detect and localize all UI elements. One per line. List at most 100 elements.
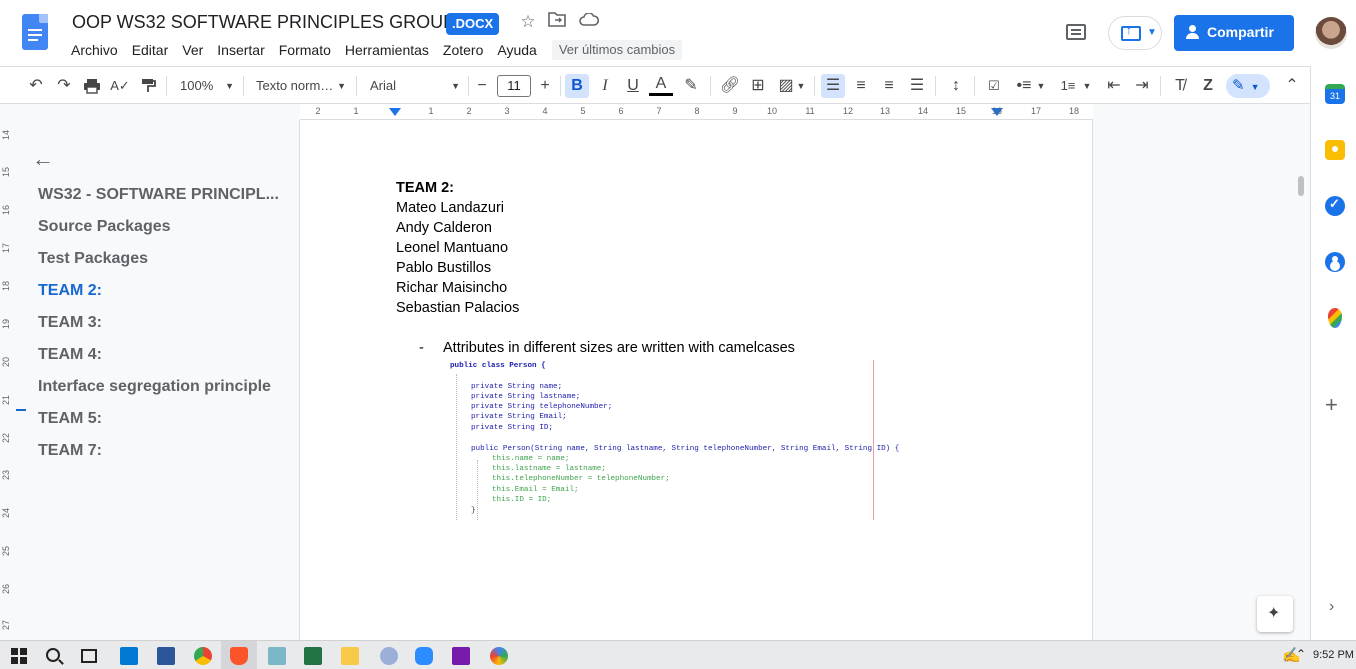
align-left-icon[interactable]: ☰ bbox=[821, 74, 845, 98]
outline-item[interactable]: Interface segregation principle bbox=[38, 378, 271, 396]
brave-icon[interactable] bbox=[230, 647, 248, 665]
indent-guide bbox=[456, 374, 457, 520]
explore-assist-button[interactable] bbox=[1257, 596, 1293, 632]
notes-app-icon[interactable] bbox=[268, 647, 286, 665]
avatar[interactable] bbox=[1315, 17, 1347, 49]
clock[interactable]: 9:52 PM bbox=[1313, 649, 1354, 661]
outline-item[interactable]: Test Packages bbox=[38, 250, 148, 268]
decrease-font-size-icon[interactable]: − bbox=[471, 74, 493, 98]
document-page[interactable]: TEAM 2: Mateo Landazuri Andy Calderon Le… bbox=[299, 120, 1093, 640]
document-title[interactable]: OOP WS32 SOFTWARE PRINCIPLES GROUPS bbox=[72, 12, 467, 33]
zotero-icon[interactable]: Z bbox=[1196, 74, 1220, 98]
chevron-down-icon[interactable]: ▼ bbox=[1036, 74, 1046, 98]
outline-item-active[interactable]: TEAM 2: bbox=[38, 282, 102, 300]
increase-font-size-icon[interactable]: + bbox=[534, 74, 556, 98]
align-right-icon[interactable]: ≡ bbox=[877, 74, 901, 98]
app-icon[interactable] bbox=[490, 647, 508, 665]
font-family-select[interactable]: Arial ▼ bbox=[370, 74, 460, 98]
code-line: this.name = name; bbox=[492, 455, 570, 463]
zoom-select[interactable]: 100% ▼ bbox=[180, 74, 234, 98]
app-icon[interactable] bbox=[380, 647, 398, 665]
search-icon[interactable] bbox=[46, 648, 60, 662]
windows-start-icon[interactable] bbox=[10, 647, 28, 665]
outline-item[interactable]: TEAM 4: bbox=[38, 346, 102, 364]
contacts-icon[interactable] bbox=[1325, 252, 1345, 272]
document-outline: ← WS32 - SOFTWARE PRINCIPL... Source Pac… bbox=[16, 120, 298, 640]
tasks-icon[interactable] bbox=[1325, 196, 1345, 216]
outline-item[interactable]: WS32 - SOFTWARE PRINCIPL... bbox=[38, 186, 279, 204]
ruler-tick: 17 bbox=[1030, 106, 1042, 116]
menu-zotero[interactable]: Zotero bbox=[436, 40, 490, 60]
vruler-tick: 17 bbox=[1, 243, 11, 254]
present-button[interactable]: ▼ bbox=[1108, 16, 1162, 50]
menu-editar[interactable]: Editar bbox=[125, 40, 176, 60]
outline-item[interactable]: TEAM 3: bbox=[38, 314, 102, 332]
star-icon[interactable]: ☆ bbox=[517, 11, 539, 33]
menu-ayuda[interactable]: Ayuda bbox=[490, 40, 543, 60]
increase-indent-icon[interactable]: ⇥ bbox=[1130, 74, 1154, 98]
align-justify-icon[interactable]: ☰ bbox=[905, 74, 929, 98]
chrome-icon[interactable] bbox=[194, 647, 212, 665]
mail-icon[interactable] bbox=[120, 647, 138, 665]
checklist-icon[interactable]: ☑ bbox=[982, 74, 1006, 98]
menu-formato[interactable]: Formato bbox=[272, 40, 338, 60]
print-icon[interactable] bbox=[80, 74, 104, 98]
word-icon[interactable] bbox=[157, 647, 175, 665]
menu-ver[interactable]: Ver bbox=[175, 40, 210, 60]
chevron-right-icon[interactable]: › bbox=[1329, 598, 1334, 616]
highlight-color-icon[interactable]: ✎ bbox=[679, 74, 703, 98]
insert-image-icon[interactable]: ▨ bbox=[774, 74, 798, 98]
line-spacing-icon[interactable]: ↕ bbox=[944, 74, 968, 98]
add-comment-icon[interactable]: ⊞ bbox=[746, 74, 770, 98]
code-screenshot-image[interactable]: public class Person { private String nam… bbox=[450, 360, 975, 520]
collapse-toolbar-icon[interactable]: ⌃ bbox=[1281, 74, 1303, 98]
text-color-icon[interactable]: A bbox=[649, 74, 673, 96]
bold-icon[interactable]: B bbox=[565, 74, 589, 98]
paint-format-icon[interactable] bbox=[136, 74, 160, 98]
calendar-icon[interactable]: 31 bbox=[1325, 84, 1345, 104]
left-indent-marker[interactable] bbox=[389, 108, 401, 116]
paragraph-style-select[interactable]: Texto norm… ▼ bbox=[256, 74, 346, 98]
chevron-down-icon[interactable]: ▼ bbox=[796, 74, 806, 98]
move-folder-icon[interactable] bbox=[546, 11, 568, 33]
menu-herramientas[interactable]: Herramientas bbox=[338, 40, 436, 60]
align-center-icon[interactable]: ≡ bbox=[849, 74, 873, 98]
last-edit-link[interactable]: Ver últimos cambios bbox=[551, 40, 683, 60]
task-view-icon[interactable] bbox=[81, 649, 97, 663]
share-button[interactable]: Compartir bbox=[1174, 15, 1294, 51]
comment-history-icon[interactable] bbox=[1066, 24, 1086, 40]
font-size-input[interactable]: 11 bbox=[497, 75, 531, 97]
chevron-down-icon[interactable]: ▼ bbox=[1082, 74, 1092, 98]
excel-icon[interactable] bbox=[304, 647, 322, 665]
redo-icon[interactable]: ↷ bbox=[52, 74, 76, 98]
underline-icon[interactable]: U bbox=[621, 74, 645, 98]
italic-icon[interactable]: I bbox=[593, 74, 617, 98]
zoom-app-icon[interactable] bbox=[415, 647, 433, 665]
menu-archivo[interactable]: Archivo bbox=[64, 40, 125, 60]
keep-icon[interactable] bbox=[1325, 140, 1345, 160]
side-panel: 31 + › bbox=[1310, 66, 1356, 640]
chevron-up-icon[interactable]: ⌃ bbox=[1296, 647, 1306, 661]
add-addon-icon[interactable]: + bbox=[1325, 392, 1338, 418]
editing-mode-button[interactable]: ✎ ▼ bbox=[1226, 74, 1270, 98]
close-outline-arrow-icon[interactable]: ← bbox=[32, 146, 54, 172]
outline-item[interactable]: TEAM 5: bbox=[38, 410, 102, 428]
onenote-icon[interactable] bbox=[452, 647, 470, 665]
numbered-list-icon[interactable]: 1≡ bbox=[1056, 74, 1080, 98]
insert-link-icon[interactable]: 🔗︎ bbox=[718, 74, 742, 98]
outline-item[interactable]: TEAM 7: bbox=[38, 442, 102, 460]
spellcheck-icon[interactable]: A✓ bbox=[108, 74, 132, 98]
undo-icon[interactable]: ↶ bbox=[24, 74, 48, 98]
cloud-status-icon[interactable] bbox=[578, 11, 600, 33]
vertical-scrollbar[interactable] bbox=[1298, 176, 1304, 196]
file-explorer-icon[interactable] bbox=[341, 647, 359, 665]
code-line: public Person(String name, String lastna… bbox=[471, 445, 900, 453]
clear-formatting-icon[interactable]: T̸ bbox=[1168, 74, 1192, 98]
horizontal-ruler[interactable]: 2 1 1 2 3 4 5 6 7 8 9 10 11 12 13 14 15 … bbox=[300, 104, 1093, 120]
docs-logo-icon[interactable] bbox=[22, 14, 48, 50]
outline-item[interactable]: Source Packages bbox=[38, 218, 171, 236]
menu-insertar[interactable]: Insertar bbox=[210, 40, 271, 60]
bulleted-list-icon[interactable]: •≡ bbox=[1012, 74, 1036, 98]
maps-icon[interactable] bbox=[1328, 308, 1342, 328]
decrease-indent-icon[interactable]: ⇤ bbox=[1102, 74, 1126, 98]
